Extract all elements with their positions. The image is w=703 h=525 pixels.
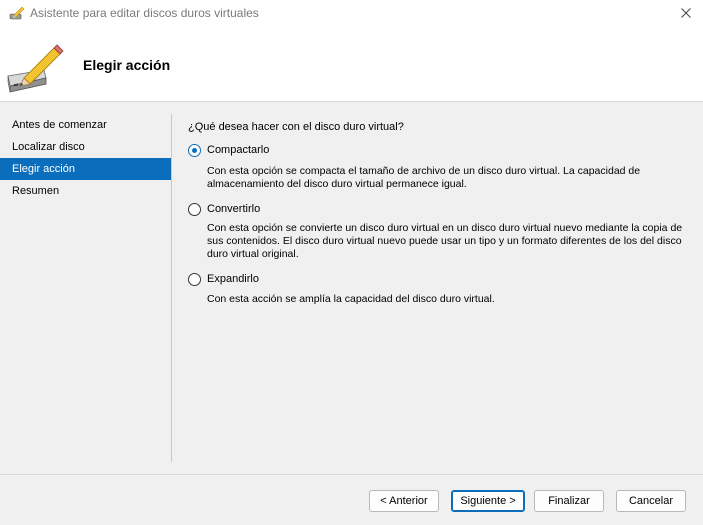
radio-expand[interactable] xyxy=(188,273,201,286)
finish-button[interactable]: Finalizar xyxy=(534,490,604,512)
option-description-convert: Con esta opción se convierte un disco du… xyxy=(207,222,683,260)
option-label-expand[interactable]: Expandirlo xyxy=(207,273,259,285)
nav-step-choose-action[interactable]: Elegir acción xyxy=(0,158,171,180)
disk-pencil-icon xyxy=(9,6,25,20)
title-bar: Asistente para editar discos duros virtu… xyxy=(0,0,703,26)
close-button[interactable] xyxy=(669,0,703,26)
radio-compact[interactable] xyxy=(188,144,201,157)
nav-step-label: Resumen xyxy=(12,185,60,197)
option-description-compact: Con esta opción se compacta el tamaño de… xyxy=(207,165,641,190)
option-label-convert[interactable]: Convertirlo xyxy=(207,203,260,215)
window-title: Asistente para editar discos duros virtu… xyxy=(30,6,259,20)
next-button[interactable]: Siguiente > xyxy=(451,490,525,512)
option-description-expand: Con esta acción se amplía la capacidad d… xyxy=(207,293,495,305)
nav-step-label: Localizar disco xyxy=(12,141,85,153)
wizard-header: Elegir acción xyxy=(0,26,703,102)
disk-pencil-icon xyxy=(7,44,64,93)
option-label-compact[interactable]: Compactarlo xyxy=(207,144,269,156)
nav-step-label: Elegir acción xyxy=(12,163,75,175)
nav-step-before-you-begin[interactable]: Antes de comenzar xyxy=(0,114,171,136)
close-icon xyxy=(681,8,691,18)
question-label: ¿Qué desea hacer con el disco duro virtu… xyxy=(188,121,404,133)
wizard-window: Asistente para editar discos duros virtu… xyxy=(0,0,703,525)
nav-step-label: Antes de comenzar xyxy=(12,119,107,131)
radio-convert[interactable] xyxy=(188,203,201,216)
button-bar-separator xyxy=(0,474,703,475)
cancel-button[interactable]: Cancelar xyxy=(616,490,686,512)
previous-button[interactable]: < Anterior xyxy=(369,490,439,512)
nav-step-locate-disk[interactable]: Localizar disco xyxy=(0,136,171,158)
wizard-steps-nav: Antes de comenzar Localizar disco Elegir… xyxy=(0,114,171,202)
page-title: Elegir acción xyxy=(83,57,171,73)
nav-step-summary[interactable]: Resumen xyxy=(0,180,171,202)
nav-divider xyxy=(171,114,172,462)
